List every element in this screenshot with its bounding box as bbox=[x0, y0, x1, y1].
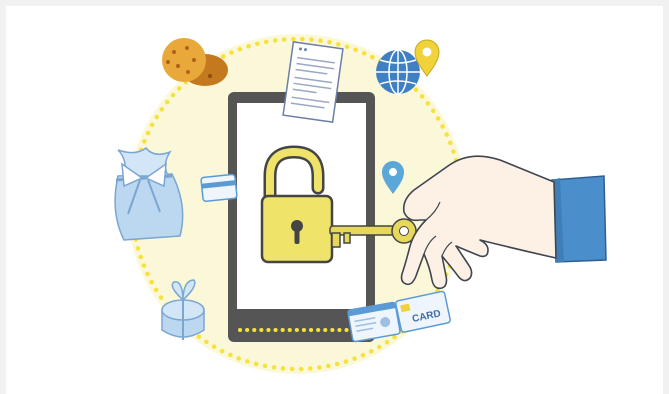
privacy-security-illustration: CARD bbox=[114, 34, 607, 374]
page: CARD bbox=[0, 0, 669, 394]
sleeve bbox=[551, 175, 607, 263]
globe-icon bbox=[376, 49, 420, 95]
credit-card-icon bbox=[200, 173, 238, 203]
cookie-icon bbox=[162, 38, 228, 86]
document-icon bbox=[282, 41, 344, 123]
